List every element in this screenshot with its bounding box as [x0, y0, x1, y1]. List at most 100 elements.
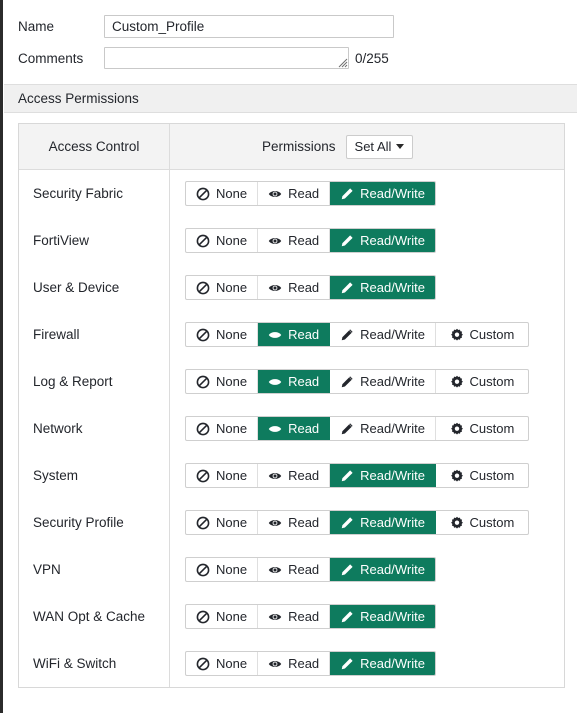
permission-option-label: Read [288, 656, 320, 671]
permission-button-group: None Read Read/Write Custom [185, 416, 529, 441]
permission-option-readwrite[interactable]: Read/Write [330, 464, 436, 487]
permission-option-read[interactable]: Read [258, 276, 331, 299]
eye-icon [268, 281, 282, 295]
permission-option-read[interactable]: Read [258, 182, 331, 205]
column-header-permissions: Permissions Set All [169, 124, 564, 170]
permission-option-label: Custom [469, 421, 515, 436]
pencil-icon [340, 187, 354, 201]
eye-icon [268, 469, 282, 483]
permission-option-read[interactable]: Read [258, 370, 331, 393]
permission-option-label: Read/Write [360, 280, 425, 295]
permission-option-label: None [216, 421, 248, 436]
eye-icon [268, 187, 282, 201]
permission-option-custom[interactable]: Custom [436, 323, 528, 346]
permission-option-readwrite[interactable]: Read/Write [330, 652, 435, 675]
permission-option-read[interactable]: Read [258, 464, 331, 487]
permission-option-readwrite[interactable]: Read/Write [330, 370, 436, 393]
pencil-icon [340, 328, 354, 342]
permission-option-label: Read [288, 609, 320, 624]
permission-option-read[interactable]: Read [258, 605, 331, 628]
table-row: User & Device None Read Read/Write [19, 264, 564, 311]
permission-option-custom[interactable]: Custom [436, 511, 528, 534]
permission-button-group: None Read Read/Write [185, 604, 436, 629]
table-row: WAN Opt & Cache None Read Read/Write [19, 593, 564, 640]
permission-option-label: Read [288, 421, 320, 436]
permission-option-label: Custom [469, 468, 515, 483]
permission-button-group: None Read Read/Write [185, 275, 436, 300]
permission-button-group: None Read Read/Write Custom [185, 510, 529, 535]
window-left-edge [0, 0, 3, 713]
permission-option-readwrite[interactable]: Read/Write [330, 323, 436, 346]
access-control-label: Firewall [19, 311, 170, 358]
permission-option-custom[interactable]: Custom [436, 370, 528, 393]
permission-option-readwrite[interactable]: Read/Write [330, 182, 435, 205]
name-input[interactable] [104, 14, 394, 38]
permissions-cell: None Read Read/Write Custom [170, 311, 565, 358]
access-control-label: Security Fabric [19, 169, 170, 217]
permission-option-none[interactable]: None [186, 417, 259, 440]
no-entry-icon [196, 563, 210, 577]
table-row: Network None Read Read/Write Custom [19, 405, 564, 452]
permission-option-label: None [216, 186, 248, 201]
permission-option-none[interactable]: None [186, 229, 259, 252]
table-row: Security Fabric None Read Read/Write [19, 169, 565, 218]
permission-option-read[interactable]: Read [258, 417, 331, 440]
permission-option-readwrite[interactable]: Read/Write [330, 276, 435, 299]
no-entry-icon [196, 657, 210, 671]
comments-label: Comments [18, 50, 84, 66]
permission-option-label: None [216, 233, 248, 248]
permission-option-readwrite[interactable]: Read/Write [330, 511, 436, 534]
access-control-label: VPN [19, 546, 170, 593]
table-body: Security Fabric None Read Read/Write FortiVi… [19, 169, 565, 687]
permission-option-label: None [216, 374, 248, 389]
permission-button-group: None Read Read/Write Custom [185, 322, 529, 347]
no-entry-icon [196, 422, 210, 436]
eye-icon [268, 328, 282, 342]
comments-field-wrap [104, 47, 349, 69]
permission-option-none[interactable]: None [186, 276, 259, 299]
no-entry-icon [196, 234, 210, 248]
permissions-cell: None Read Read/Write [170, 170, 565, 218]
gear-icon [450, 469, 464, 483]
table-row: Log & Report None Read Read/Write Custom [19, 358, 564, 405]
permission-option-read[interactable]: Read [258, 652, 331, 675]
gear-icon [450, 516, 464, 530]
permission-option-none[interactable]: None [186, 652, 259, 675]
table-row: Security Profile None Read Read/Write Custom [19, 499, 564, 546]
comments-textarea[interactable] [104, 47, 349, 69]
permission-option-read[interactable]: Read [258, 323, 331, 346]
permission-option-read[interactable]: Read [258, 511, 331, 534]
permission-option-readwrite[interactable]: Read/Write [330, 229, 435, 252]
permission-option-none[interactable]: None [186, 511, 259, 534]
permission-option-readwrite[interactable]: Read/Write [330, 417, 436, 440]
permission-option-custom[interactable]: Custom [436, 464, 528, 487]
eye-icon [268, 610, 282, 624]
permission-option-label: Read/Write [360, 468, 425, 483]
permission-option-read[interactable]: Read [258, 558, 331, 581]
pencil-icon [340, 563, 354, 577]
permission-option-none[interactable]: None [186, 182, 259, 205]
permissions-cell: None Read Read/Write [170, 217, 565, 264]
permission-option-label: Read [288, 468, 320, 483]
permission-option-label: Read/Write [360, 233, 425, 248]
set-all-button[interactable]: Set All [345, 134, 414, 159]
permission-option-label: Read [288, 233, 320, 248]
permission-option-none[interactable]: None [186, 370, 259, 393]
no-entry-icon [196, 328, 210, 342]
no-entry-icon [196, 610, 210, 624]
permission-option-read[interactable]: Read [258, 229, 331, 252]
permission-option-label: Read [288, 374, 320, 389]
permission-option-none[interactable]: None [186, 605, 259, 628]
permission-option-none[interactable]: None [186, 323, 259, 346]
no-entry-icon [196, 469, 210, 483]
gear-icon [450, 375, 464, 389]
permission-option-readwrite[interactable]: Read/Write [330, 605, 435, 628]
access-control-label: FortiView [19, 217, 170, 264]
permission-option-readwrite[interactable]: Read/Write [330, 558, 435, 581]
permission-option-none[interactable]: None [186, 464, 259, 487]
eye-icon [268, 422, 282, 436]
permission-option-none[interactable]: None [186, 558, 259, 581]
permission-option-custom[interactable]: Custom [436, 417, 528, 440]
gear-icon [450, 328, 464, 342]
permissions-cell: None Read Read/Write [170, 593, 565, 640]
